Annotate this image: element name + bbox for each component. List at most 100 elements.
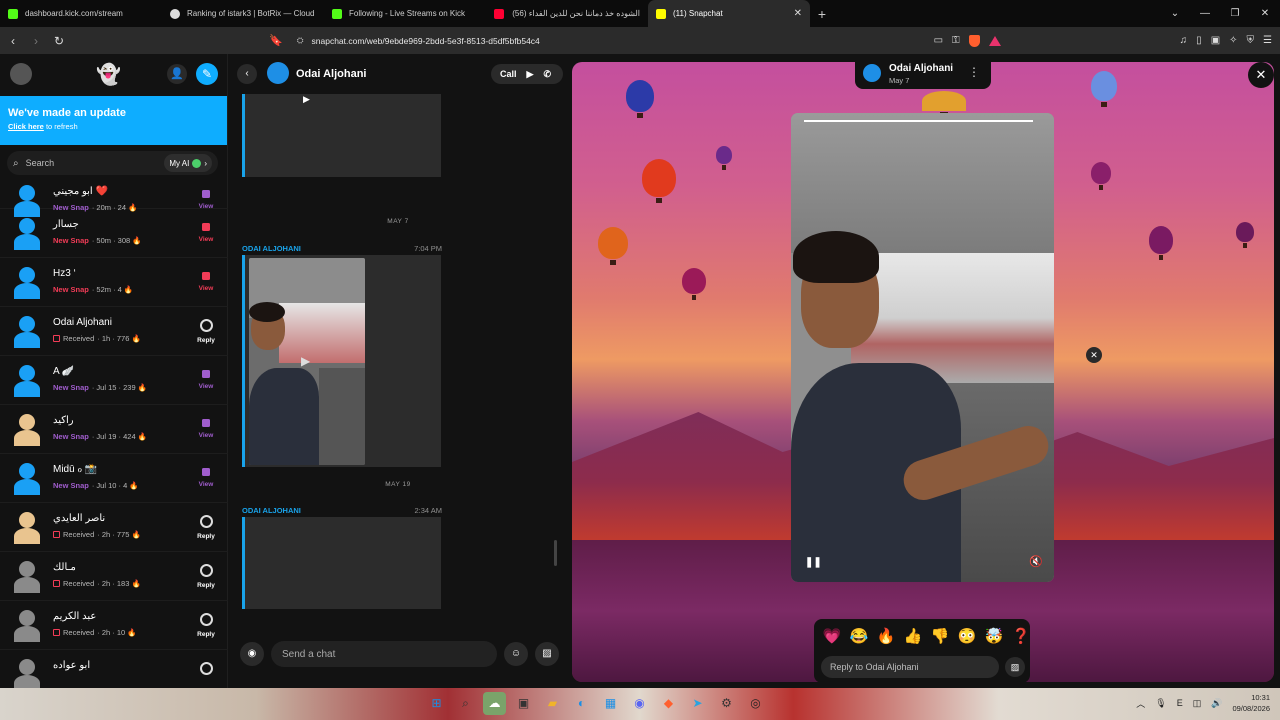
chat-action[interactable]: View	[196, 267, 216, 292]
bitmoji-avatar[interactable]	[12, 363, 42, 397]
chat-list-item[interactable]: ناصر العايدي Received · 2h · 775 🔥 Reply	[0, 503, 228, 552]
bitmoji-avatar[interactable]	[12, 657, 42, 688]
maximize-icon[interactable]: ❐	[1220, 8, 1250, 19]
close-icon[interactable]: ✕	[1086, 347, 1102, 363]
chat-list-item[interactable]: Hz3 ‘ New Snap · 52m · 4 🔥 View	[0, 258, 228, 307]
bitmoji-avatar[interactable]	[12, 461, 42, 495]
chat-action[interactable]: View	[196, 218, 216, 243]
tab-botrix[interactable]: Ranking of istark3 | BotRix — Cloud	[162, 0, 324, 27]
cast-icon[interactable]: ▭	[934, 35, 943, 46]
chat-action-label[interactable]: View	[196, 285, 216, 292]
tab-youtube[interactable]: الشوده خذ دماننا نحن للدين الفداء (56)	[486, 0, 648, 27]
play-icon[interactable]: ▶	[301, 354, 310, 368]
chat-list-item[interactable]: عبد الكريم Received · 2h · 10 🔥 Reply	[0, 601, 228, 650]
chat-action[interactable]: Reply	[196, 316, 216, 344]
settings-icon[interactable]: ⚙	[715, 692, 738, 715]
chat-action-label[interactable]: Reply	[196, 582, 216, 589]
chat-list-item[interactable]: ابو مجيني ❤️ New Snap · 20m · 24 🔥 View	[0, 184, 228, 217]
snap-photo-thumbnail[interactable]: ▶	[249, 258, 365, 465]
chat-action-label[interactable]: View	[196, 481, 216, 488]
conversation-title[interactable]: Odai Aljohani	[296, 68, 367, 80]
story-reply-input[interactable]: Reply to Odai Aljohani	[821, 656, 999, 678]
camera-icon[interactable]	[199, 319, 213, 332]
bitmoji-avatar[interactable]	[12, 216, 42, 250]
tab-search-icon[interactable]: ⌄	[1160, 8, 1190, 19]
camera-icon[interactable]	[199, 613, 213, 626]
brave-shield-icon[interactable]	[968, 34, 980, 47]
sidebar-icon[interactable]: ▯	[1196, 35, 1202, 46]
new-tab-button[interactable]: +	[810, 6, 834, 22]
search-input[interactable]: ⌕ Search My AI ›	[7, 151, 218, 175]
sticker-icon[interactable]: ▨	[1005, 657, 1025, 677]
wallet-icon[interactable]: ▣	[1211, 35, 1220, 46]
clock[interactable]: 10:31 09/08/2026	[1232, 692, 1270, 714]
back-icon[interactable]: ‹	[3, 34, 23, 48]
avatar[interactable]	[863, 64, 881, 82]
chat-action[interactable]: View	[196, 365, 216, 390]
reload-icon[interactable]: ↻	[49, 34, 69, 48]
reaction-emoji[interactable]: ❓	[1009, 626, 1033, 648]
chat-list-item[interactable]: ابو عواده	[0, 650, 228, 688]
bitmoji-avatar[interactable]	[12, 559, 42, 593]
network-icon[interactable]: ◫	[1193, 698, 1202, 709]
chevron-up-icon[interactable]: ︿	[1136, 697, 1145, 710]
chat-action-label[interactable]: View	[196, 236, 216, 243]
telegram-icon[interactable]: ➤	[686, 692, 709, 715]
camera-icon[interactable]	[199, 662, 213, 675]
call-button[interactable]: Call ▶ ✆	[491, 64, 563, 84]
chat-action[interactable]: Reply	[196, 512, 216, 540]
mic-icon[interactable]: 🎙	[1155, 698, 1166, 709]
chat-list-item[interactable]: Midū ℴ 📸 New Snap · Jul 10 · 4 🔥 View	[0, 454, 228, 503]
camera-icon[interactable]	[199, 515, 213, 528]
camera-icon[interactable]: ◉	[240, 642, 264, 666]
reaction-emoji[interactable]: 🤯	[982, 626, 1006, 648]
refresh-link[interactable]: Click here	[8, 122, 44, 131]
search-icon[interactable]: ⌕	[454, 692, 477, 715]
add-friend-icon[interactable]: 👤	[167, 64, 187, 84]
back-arrow-icon[interactable]: ‹	[237, 64, 257, 84]
profile-avatar[interactable]	[10, 63, 32, 85]
volume-icon[interactable]: 🔊	[1211, 698, 1222, 709]
sticker-icon[interactable]: ▨	[535, 642, 559, 666]
snap-message[interactable]	[242, 517, 441, 609]
snap-message[interactable]: ▶	[242, 94, 441, 177]
avatar[interactable]	[267, 62, 289, 84]
chat-action-label[interactable]: Reply	[196, 533, 216, 540]
brave-rewards-icon[interactable]	[988, 35, 1001, 46]
media-icon[interactable]: ♫	[1180, 35, 1188, 46]
file-explorer-icon[interactable]: ▰	[541, 692, 564, 715]
chat-list-item[interactable]: A 🪽 New Snap · Jul 15 · 239 🔥 View	[0, 356, 228, 405]
story-author[interactable]: Odai Aljohani	[889, 63, 953, 74]
bitmoji-avatar[interactable]	[12, 412, 42, 446]
emoji-icon[interactable]: ☺	[504, 642, 528, 666]
brave-icon[interactable]: ◆	[657, 692, 680, 715]
edge-icon[interactable]: ◐	[570, 692, 593, 715]
more-options-icon[interactable]: ⋮	[968, 65, 980, 79]
video-call-icon[interactable]: ▶	[527, 69, 534, 80]
play-icon[interactable]: ▶	[303, 94, 310, 105]
chat-action[interactable]	[196, 659, 216, 675]
store-icon[interactable]: ▦	[599, 692, 622, 715]
chat-list-item[interactable]: Odai Aljohani Received · 1h · 776 🔥 Reply	[0, 307, 228, 356]
chat-action-label[interactable]: Reply	[196, 337, 216, 344]
chat-list-item[interactable]: جساار New Snap · 50m · 308 🔥 View	[0, 209, 228, 258]
pause-icon[interactable]: ❚❚	[805, 557, 822, 568]
phone-icon[interactable]: ✆	[543, 69, 551, 80]
password-key-icon[interactable]: ⚿	[952, 35, 960, 46]
bitmoji-avatar[interactable]	[12, 608, 42, 642]
scrollbar[interactable]	[554, 540, 557, 566]
reaction-emoji[interactable]: 😂	[847, 626, 871, 648]
chat-action[interactable]: View	[196, 414, 216, 439]
language-icon[interactable]: E	[1177, 698, 1183, 708]
tab-kick-dashboard[interactable]: dashboard.kick.com/stream	[0, 0, 162, 27]
chat-action[interactable]: Reply	[196, 610, 216, 638]
reaction-emoji[interactable]: 💗	[820, 626, 844, 648]
close-viewer-icon[interactable]: ✕	[1248, 62, 1274, 88]
bitmoji-avatar[interactable]	[12, 314, 42, 348]
chat-list-item[interactable]: مـالك Received · 2h · 183 🔥 Reply	[0, 552, 228, 601]
discord-icon[interactable]: ◉	[628, 692, 651, 715]
reaction-emoji[interactable]: 👎	[928, 626, 952, 648]
obs-icon[interactable]: ◎	[744, 692, 767, 715]
forward-icon[interactable]: ›	[26, 34, 46, 48]
chat-action-label[interactable]: Reply	[196, 631, 216, 638]
